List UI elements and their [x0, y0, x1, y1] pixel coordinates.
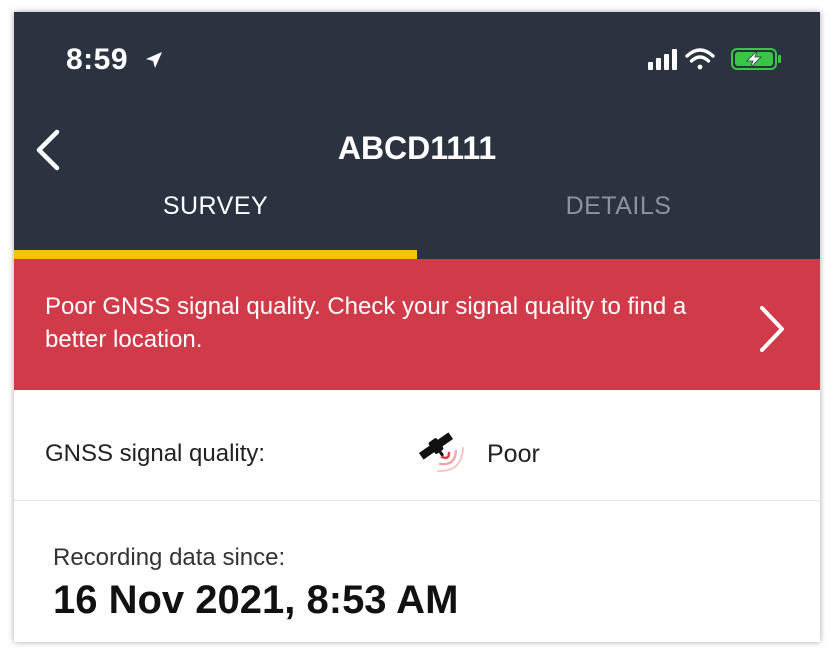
- alert-message: Poor GNSS signal quality. Check your sig…: [45, 293, 687, 353]
- app-screen: 8:59 ABCD1111 SURVEY DETAILS Poor GNSS s…: [14, 12, 820, 642]
- header: 8:59 ABCD1111 SURVEY DETAILS: [14, 12, 820, 259]
- satellite-poor-signal-icon: [418, 432, 464, 473]
- recording-since-value: 16 Nov 2021, 8:53 AM: [53, 578, 459, 622]
- gnss-quality-row: GNSS signal quality: Poor: [14, 390, 820, 501]
- chevron-right-icon[interactable]: [754, 302, 790, 356]
- cellular-signal-icon: [648, 49, 677, 70]
- active-tab-indicator: [14, 250, 417, 259]
- gnss-alert-banner[interactable]: Poor GNSS signal quality. Check your sig…: [14, 259, 820, 390]
- wifi-icon: [685, 48, 715, 70]
- recording-label: Recording data since:: [53, 544, 286, 571]
- tab-survey[interactable]: SURVEY: [14, 192, 417, 221]
- gnss-quality-label: GNSS signal quality:: [45, 440, 266, 467]
- status-icons: [648, 48, 781, 70]
- tab-details[interactable]: DETAILS: [417, 192, 820, 221]
- location-arrow-icon: [146, 52, 162, 68]
- status-time: 8:59: [66, 43, 129, 76]
- page-title: ABCD1111: [337, 130, 497, 166]
- battery-charging-icon: [731, 48, 781, 70]
- gnss-quality-value: Poor: [487, 440, 540, 468]
